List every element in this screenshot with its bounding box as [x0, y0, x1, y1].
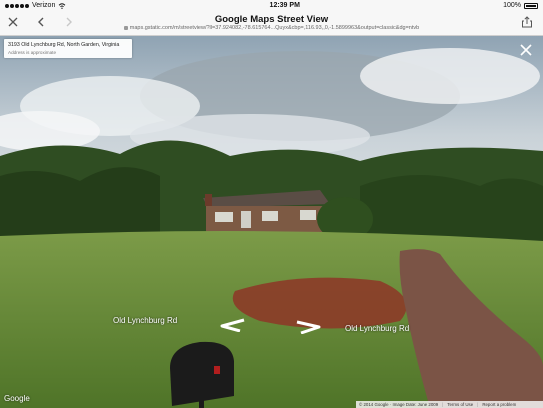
- footer-separator: |: [442, 402, 444, 407]
- battery-percent: 100%: [503, 2, 521, 9]
- browser-header: Google Maps Street View maps.gstatic.com…: [0, 11, 543, 36]
- address-text: 3193 Old Lynchburg Rd, North Garden, Vir…: [8, 42, 120, 48]
- road-label-right: Old Lynchburg Rd: [345, 324, 410, 333]
- road-label-left: Old Lynchburg Rd: [113, 316, 178, 325]
- map-footer: © 2014 Google · Image Date: June 2009 | …: [356, 401, 543, 408]
- close-street-view-icon[interactable]: [518, 42, 534, 58]
- battery-icon: [524, 2, 538, 9]
- footer-separator: |: [477, 402, 479, 407]
- page-title: Google Maps Street View: [214, 14, 329, 25]
- signal-icon: [5, 3, 29, 8]
- wifi-icon: [59, 2, 66, 9]
- address-card[interactable]: 3193 Old Lynchburg Rd, North Garden, Vir…: [4, 39, 132, 58]
- terms-link[interactable]: Terms of Use: [447, 402, 473, 407]
- status-right: 100%: [503, 2, 538, 9]
- nav-arrow-left-icon[interactable]: [218, 318, 246, 333]
- report-link[interactable]: Report a problem: [482, 402, 516, 407]
- street-view-panorama[interactable]: [0, 36, 543, 408]
- nav-arrow-right-icon[interactable]: [295, 320, 323, 335]
- address-note: Address is approximate: [8, 50, 57, 55]
- status-left: Verizon: [5, 2, 66, 9]
- url-text: maps.gstatic.com/m/streetview/?ll=37.924…: [129, 25, 420, 31]
- share-icon[interactable]: [520, 15, 534, 29]
- lock-icon: [123, 25, 128, 30]
- status-bar: Verizon 12:39 PM 100%: [0, 0, 543, 11]
- google-logo: Google: [4, 394, 30, 403]
- copyright-text: © 2014 Google · Image Date: June 2009: [359, 402, 439, 407]
- page-url[interactable]: maps.gstatic.com/m/streetview/?ll=37.924…: [0, 25, 543, 31]
- status-time: 12:39 PM: [269, 2, 300, 9]
- carrier-label: Verizon: [32, 2, 56, 9]
